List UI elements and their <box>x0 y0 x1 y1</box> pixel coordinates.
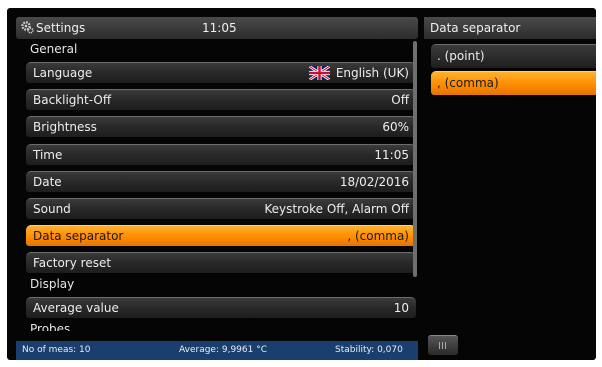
brightness-label: Brightness <box>33 120 97 134</box>
brightness-value: 60% <box>382 120 409 134</box>
backlight-row[interactable]: Backlight-Off Off <box>26 89 416 110</box>
backlight-value: Off <box>391 93 409 107</box>
option-point-label: . (point) <box>437 49 485 63</box>
gear-icon <box>21 21 34 34</box>
sound-value: Keystroke Off, Alarm Off <box>264 202 409 216</box>
stability-readout: Stability: 0,070 <box>335 345 403 355</box>
factory-reset-row[interactable]: Factory reset <box>26 252 416 273</box>
data-separator-label: Data separator <box>33 229 124 243</box>
option-comma[interactable]: , (comma) <box>431 71 596 95</box>
meas-count: No of meas: 10 <box>22 345 91 355</box>
average-value-label: Average value <box>33 301 119 315</box>
page-title: Settings <box>36 21 86 35</box>
panel-grip-handle[interactable] <box>428 335 458 355</box>
date-label: Date <box>33 175 62 189</box>
factory-reset-label: Factory reset <box>33 256 112 270</box>
clock: 11:05 <box>202 21 237 35</box>
brightness-row[interactable]: Brightness 60% <box>26 116 416 137</box>
uk-flag-icon <box>308 66 330 80</box>
backlight-label: Backlight-Off <box>33 93 112 107</box>
data-separator-row[interactable]: Data separator , (comma) <box>26 225 416 246</box>
average-value-row[interactable]: Average value 10 <box>26 297 416 318</box>
average-readout: Average: 9,9961 °C <box>179 345 267 355</box>
separator-panel-header: Data separator <box>424 17 596 39</box>
separator-panel-title: Data separator <box>430 21 521 35</box>
date-value: 18/02/2016 <box>339 175 409 189</box>
sound-row[interactable]: Sound Keystroke Off, Alarm Off <box>26 198 416 219</box>
language-value: English (UK) <box>335 66 409 80</box>
date-row[interactable]: Date 18/02/2016 <box>26 171 416 192</box>
section-general: General <box>30 42 78 56</box>
section-display: Display <box>30 277 75 291</box>
settings-list[interactable]: General Language English (UK) Backlight-… <box>16 41 418 331</box>
data-separator-value: , (comma) <box>347 229 409 243</box>
average-value-value: 10 <box>393 301 409 315</box>
section-probes: Probes <box>30 322 71 331</box>
device-screen: Settings 11:05 General Language English … <box>7 8 596 360</box>
language-row[interactable]: Language English (UK) <box>26 62 416 83</box>
language-label: Language <box>33 66 93 80</box>
option-comma-label: , (comma) <box>437 76 499 90</box>
option-point[interactable]: . (point) <box>431 44 596 68</box>
settings-scrollbar[interactable] <box>413 41 417 277</box>
time-row[interactable]: Time 11:05 <box>26 144 416 165</box>
settings-header: Settings 11:05 <box>16 17 418 39</box>
time-value: 11:05 <box>374 148 409 162</box>
status-bar: No of meas: 10 Average: 9,9961 °C Stabil… <box>16 341 418 360</box>
time-label: Time <box>33 148 63 162</box>
sound-label: Sound <box>33 202 71 216</box>
